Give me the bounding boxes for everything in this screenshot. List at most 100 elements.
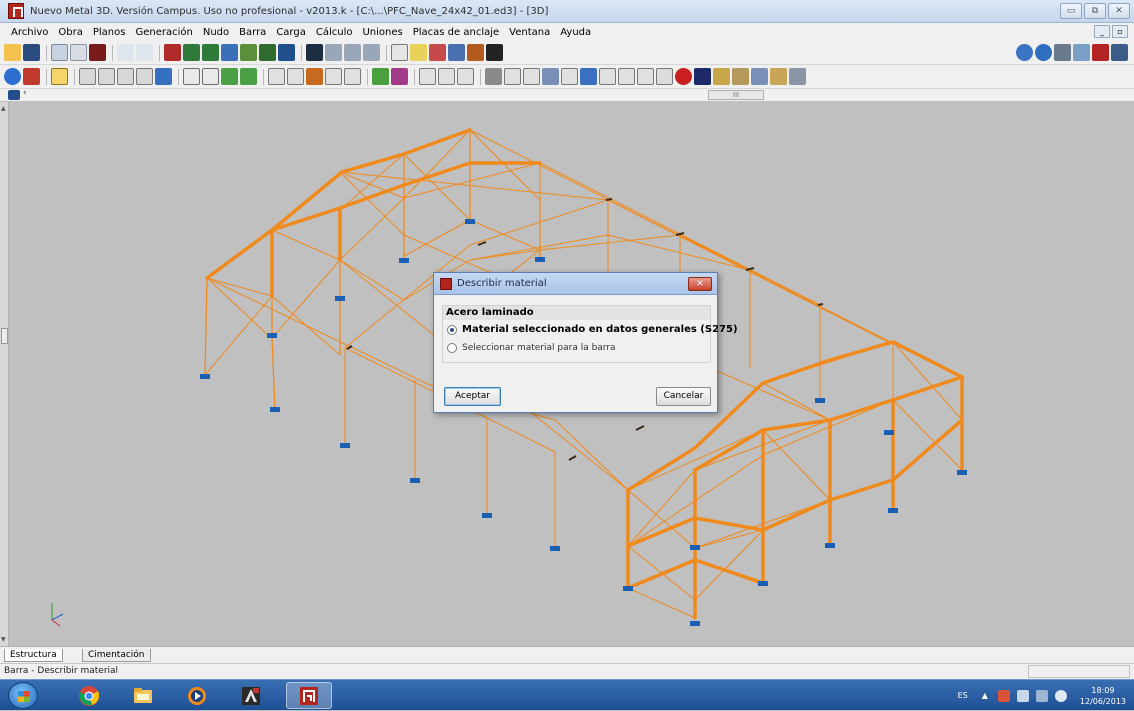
support[interactable] <box>200 374 210 379</box>
menu-uniones[interactable]: Uniones <box>357 27 407 38</box>
scroll-up-icon[interactable]: ▲ <box>1 105 6 112</box>
menu-placas-anclaje[interactable]: Placas de anclaje <box>408 27 504 38</box>
settings-icon[interactable] <box>1054 44 1071 61</box>
person-icon[interactable] <box>23 68 40 85</box>
envelope-icon[interactable] <box>438 68 455 85</box>
axis-icon[interactable] <box>325 44 342 61</box>
beam-h-icon[interactable] <box>542 68 559 85</box>
vertical-scrollbar[interactable]: ▲ ▼ <box>0 102 9 646</box>
list-icon[interactable] <box>448 44 465 61</box>
taskbar-explorer[interactable] <box>120 682 166 709</box>
minimize-button[interactable]: ▭ <box>1060 3 1082 19</box>
tab-structure[interactable]: Estructura <box>4 649 63 662</box>
help-icon[interactable] <box>1016 44 1033 61</box>
u-shape-icon[interactable] <box>580 68 597 85</box>
window-frame-icon[interactable] <box>306 44 323 61</box>
network-tray-icon[interactable] <box>1016 689 1029 702</box>
menu-archivo[interactable]: Archivo <box>6 27 53 38</box>
join-icon[interactable] <box>202 68 219 85</box>
taskbar-chrome[interactable] <box>66 682 112 709</box>
scroll-down-icon[interactable]: ▼ <box>1 636 6 643</box>
dialog-close-button[interactable]: ✕ <box>688 277 712 291</box>
menu-calculo[interactable]: Cálculo <box>311 27 358 38</box>
delete-icon[interactable] <box>675 68 692 85</box>
tray-expand-icon[interactable]: ▲ <box>982 691 988 700</box>
menu-carga[interactable]: Carga <box>271 27 311 38</box>
edit-icon[interactable] <box>713 68 730 85</box>
diagram-icon[interactable] <box>419 68 436 85</box>
pan-icon[interactable] <box>221 44 238 61</box>
hinge-icon[interactable] <box>344 68 361 85</box>
option-general-material[interactable]: Material seleccionado en datos generales… <box>447 324 738 335</box>
taskbar-media-player[interactable] <box>174 682 220 709</box>
scroll-thumb[interactable] <box>1 328 8 344</box>
render-icon[interactable] <box>278 44 295 61</box>
bracing-icon[interactable] <box>136 68 153 85</box>
zoom-icon[interactable] <box>202 44 219 61</box>
menu-generacion[interactable]: Generación <box>130 27 197 38</box>
section-icon[interactable] <box>561 68 578 85</box>
text-icon[interactable] <box>504 68 521 85</box>
menu-barra[interactable]: Barra <box>234 27 271 38</box>
zoom-window-icon[interactable] <box>183 44 200 61</box>
mdi-minimize-button[interactable]: _ <box>1094 25 1110 38</box>
web-icon[interactable] <box>1035 44 1052 61</box>
menu-nudo[interactable]: Nudo <box>198 27 234 38</box>
binoculars-icon[interactable] <box>486 44 503 61</box>
clock[interactable]: 18:09 12/06/2013 <box>1080 685 1126 707</box>
open-file-icon[interactable] <box>4 44 21 61</box>
close-button[interactable]: ✕ <box>1108 3 1130 19</box>
plate-icon[interactable] <box>637 68 654 85</box>
radio-unselected-icon[interactable] <box>447 343 457 353</box>
battery-tray-icon[interactable] <box>1035 689 1048 702</box>
export-icon[interactable] <box>1092 44 1109 61</box>
move-icon[interactable] <box>770 68 787 85</box>
globe-icon[interactable] <box>4 68 21 85</box>
fill-icon[interactable] <box>694 68 711 85</box>
horizontal-scroll-thumb[interactable]: III <box>708 90 764 100</box>
magnet-icon[interactable] <box>89 44 106 61</box>
new-bar-icon[interactable] <box>79 68 96 85</box>
expand-arrow-icon[interactable]: ‹ <box>23 88 27 98</box>
coefficient-icon[interactable] <box>325 68 342 85</box>
measure-icon[interactable] <box>363 44 380 61</box>
group-icon[interactable] <box>240 68 257 85</box>
option-bar-material[interactable]: Seleccionar material para la barra <box>447 343 616 353</box>
describe-material-icon[interactable] <box>51 68 68 85</box>
check-icon[interactable] <box>372 68 389 85</box>
menu-planos[interactable]: Planos <box>88 27 131 38</box>
flag-icon[interactable] <box>789 68 806 85</box>
undo-icon[interactable] <box>117 44 134 61</box>
tee-icon[interactable] <box>618 68 635 85</box>
support[interactable] <box>267 333 277 338</box>
deflection-icon[interactable] <box>287 68 304 85</box>
assign-icon[interactable] <box>221 68 238 85</box>
angle-icon[interactable] <box>599 68 616 85</box>
connect-icon[interactable] <box>751 68 768 85</box>
update-icon[interactable] <box>1073 44 1090 61</box>
dimension-icon[interactable] <box>344 44 361 61</box>
pencil-icon[interactable] <box>485 68 502 85</box>
profile-icon[interactable] <box>155 68 172 85</box>
split-icon[interactable] <box>183 68 200 85</box>
info-icon[interactable] <box>1111 44 1128 61</box>
label-icon[interactable] <box>523 68 540 85</box>
menu-obra[interactable]: Obra <box>53 27 87 38</box>
language-indicator[interactable]: ES <box>958 691 968 700</box>
tab-foundation[interactable]: Cimentación <box>82 649 151 662</box>
tools-icon[interactable] <box>467 44 484 61</box>
release-icon[interactable] <box>306 68 323 85</box>
buckling-icon[interactable] <box>268 68 285 85</box>
light-icon[interactable] <box>410 44 427 61</box>
menu-ayuda[interactable]: Ayuda <box>555 27 596 38</box>
table-icon[interactable] <box>656 68 673 85</box>
copy-icon[interactable] <box>732 68 749 85</box>
stress-icon[interactable] <box>457 68 474 85</box>
mdi-restore-button[interactable]: ▫ <box>1112 25 1128 38</box>
view-menu-icon[interactable] <box>8 90 20 100</box>
frame-icon[interactable] <box>98 68 115 85</box>
box-icon[interactable] <box>391 44 408 61</box>
volume-tray-icon[interactable] <box>1054 689 1067 702</box>
layers-icon[interactable] <box>429 44 446 61</box>
start-button[interactable] <box>8 682 38 709</box>
